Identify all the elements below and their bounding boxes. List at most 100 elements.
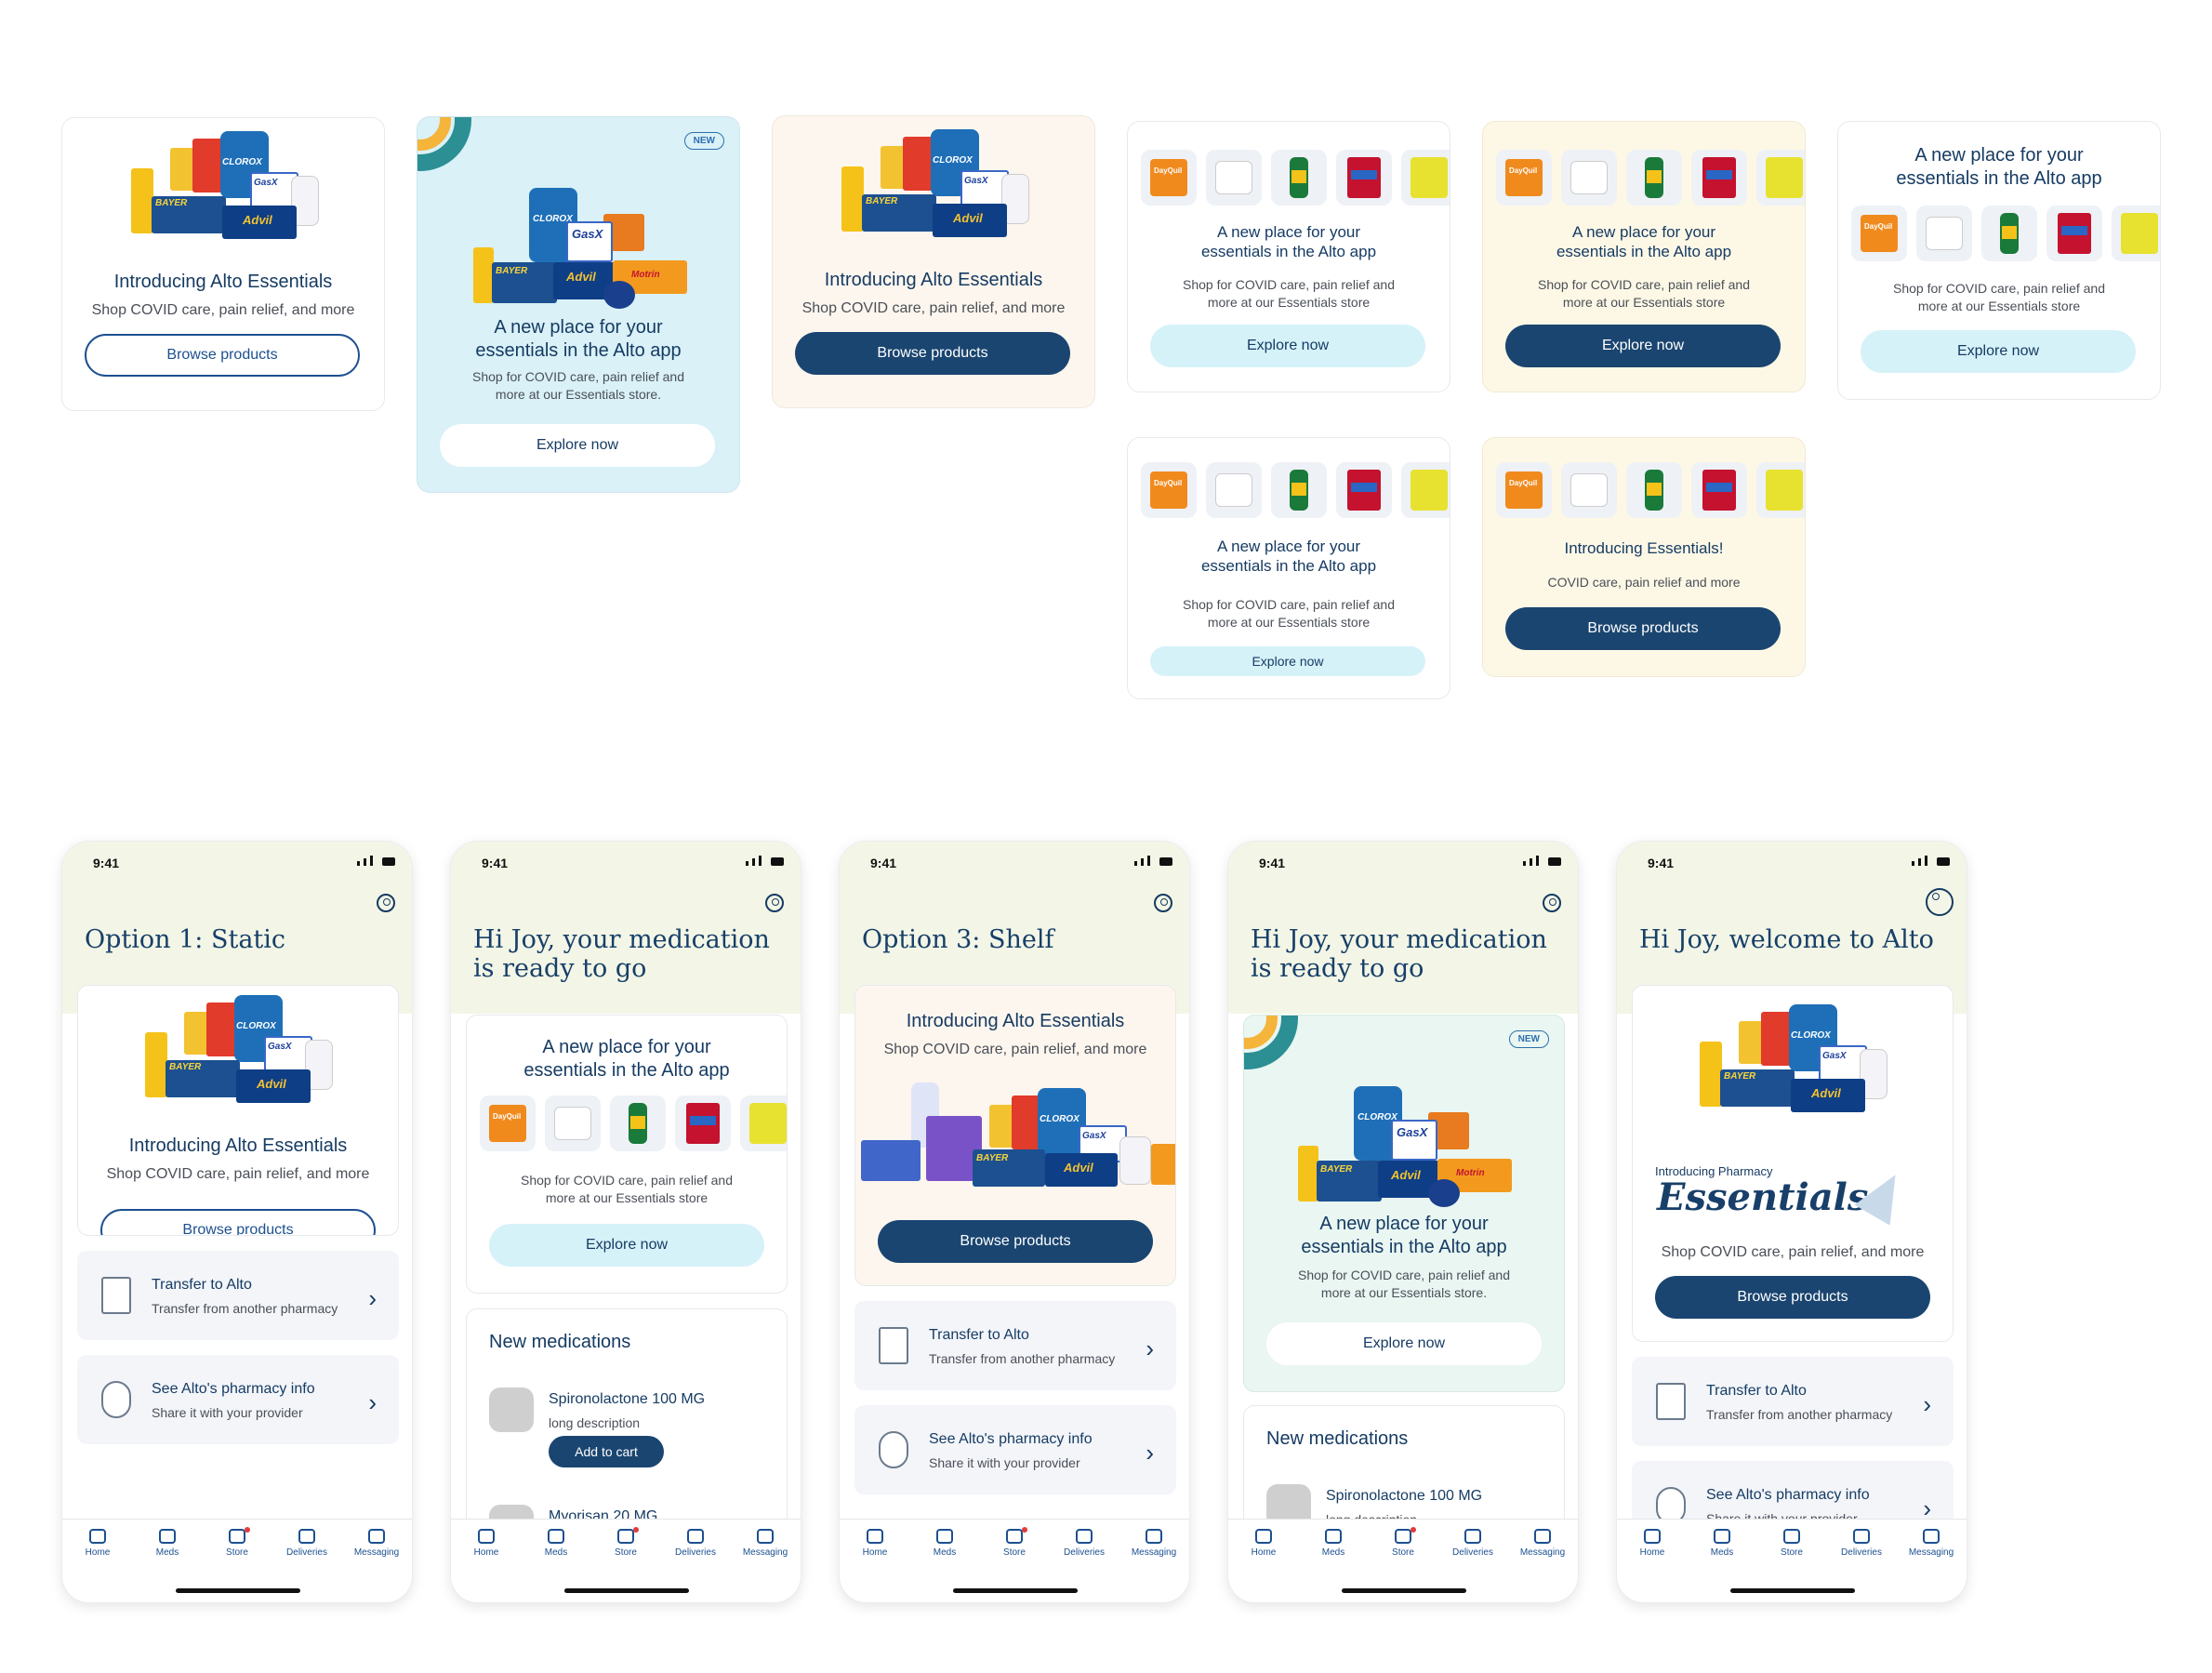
nav-meds[interactable]: Meds	[1694, 1529, 1750, 1558]
nav-store[interactable]: Store	[987, 1529, 1042, 1558]
explore-now-button[interactable]: Explore now	[1150, 325, 1425, 367]
nav-meds[interactable]: Meds	[917, 1529, 973, 1558]
profile-icon[interactable]	[1926, 888, 1954, 916]
nav-messaging[interactable]: Messaging	[349, 1529, 404, 1558]
browse-products-button[interactable]: Browse products	[1655, 1276, 1930, 1319]
explore-now-button[interactable]: Explore now	[1266, 1322, 1542, 1365]
home-icon	[1255, 1529, 1272, 1544]
pharmacy-info-row[interactable]: See Alto's pharmacy info Share it with y…	[854, 1405, 1176, 1494]
med-name: Spironolactone 100 MG	[1326, 1488, 1483, 1504]
card-title: A new place for your essentials in the A…	[1556, 223, 1732, 261]
card-subtitle: Shop COVID care, pain relief, and more	[883, 1042, 1147, 1057]
bayer-label: BAYER	[169, 1062, 202, 1072]
gasx-label: GasX	[1822, 1051, 1847, 1061]
browse-products-button[interactable]: Browse products	[878, 1220, 1153, 1263]
add-to-cart-button[interactable]: Add to cart	[549, 1436, 664, 1467]
vitamin-tile	[1981, 206, 2037, 261]
transfer-row[interactable]: Transfer to Alto Transfer from another p…	[77, 1251, 399, 1340]
store-icon	[617, 1529, 634, 1544]
store-icon	[1395, 1529, 1411, 1544]
gummy-tile	[1401, 150, 1450, 206]
browse-products-button[interactable]: Browse products	[1505, 607, 1781, 650]
nav-messaging[interactable]: Messaging	[1903, 1529, 1959, 1558]
message-icon	[1146, 1529, 1162, 1544]
card-subtitle: Shop for COVID care, pain relief and mor…	[1892, 281, 2105, 313]
nav-messaging[interactable]: Messaging	[737, 1529, 793, 1558]
browse-products-button[interactable]: Browse products	[85, 334, 360, 377]
page-title: Hi Joy, your medication is ready to go	[1251, 925, 1547, 984]
advil-label: Advil	[953, 211, 983, 225]
profile-icon[interactable]	[1543, 894, 1561, 912]
explore-now-button[interactable]: Explore now	[440, 424, 715, 467]
profile-icon[interactable]	[765, 894, 784, 912]
explore-now-button[interactable]: Explore now	[1861, 330, 2136, 373]
nav-meds[interactable]: Meds	[139, 1529, 195, 1558]
mask-tile	[545, 1095, 601, 1151]
truck-icon	[1464, 1529, 1481, 1544]
nav-home[interactable]: Home	[847, 1529, 903, 1558]
mask-tile	[1561, 150, 1617, 206]
clorox-label: CLOROX	[236, 1021, 276, 1031]
tylenol-tile	[1336, 150, 1392, 206]
product-strip: DayQuil	[480, 1095, 787, 1151]
nav-home[interactable]: Home	[1624, 1529, 1680, 1558]
profile-icon[interactable]	[1154, 894, 1172, 912]
notification-dot	[245, 1527, 250, 1533]
advil-label: Advil	[1811, 1086, 1841, 1100]
nav-home[interactable]: Home	[458, 1529, 514, 1558]
nav-home[interactable]: Home	[70, 1529, 126, 1558]
nav-store[interactable]: Store	[1764, 1529, 1820, 1558]
nav-store[interactable]: Store	[598, 1529, 654, 1558]
nav-store[interactable]: Store	[209, 1529, 265, 1558]
card-8: DayQuil Introducing Essentials! COVID ca…	[1482, 437, 1806, 677]
gasx-label: GasX	[1397, 1125, 1428, 1139]
nav-deliveries[interactable]: Deliveries	[279, 1529, 335, 1558]
phone-option-1: 9:41 Option 1: Static CLOROX GasX BAYER …	[61, 841, 413, 1603]
card-subtitle: Shop for COVID care, pain relief and mor…	[1182, 277, 1395, 310]
nav-meds[interactable]: Meds	[528, 1529, 584, 1558]
truck-icon	[298, 1529, 315, 1544]
essentials-card: NEW CLOROX GasX BAYER Advil Motrin A new…	[1243, 1015, 1565, 1392]
card-subtitle: Shop COVID care, pain relief, and more	[106, 1166, 370, 1182]
home-indicator	[1342, 1588, 1466, 1593]
nav-store[interactable]: Store	[1375, 1529, 1431, 1558]
explore-now-button[interactable]: Explore now	[489, 1224, 764, 1267]
card-title: A new place for your essentials in the A…	[1200, 538, 1377, 576]
page-title: Option 1: Static	[85, 925, 286, 954]
browse-products-button[interactable]: Browse products	[100, 1209, 376, 1235]
nav-messaging[interactable]: Messaging	[1515, 1529, 1570, 1558]
dayquil-tile: DayQuil	[1141, 462, 1197, 518]
transfer-row[interactable]: Transfer to Alto Transfer from another p…	[1632, 1357, 1954, 1446]
product-strip: DayQuil	[1141, 462, 1450, 518]
nav-meds[interactable]: Meds	[1305, 1529, 1361, 1558]
info-title: See Alto's pharmacy info	[929, 1431, 1093, 1447]
vitamin-tile	[1626, 150, 1682, 206]
transfer-row[interactable]: Transfer to Alto Transfer from another p…	[854, 1301, 1176, 1390]
card-title: A new place for your essentials in the A…	[523, 1037, 730, 1081]
nav-messaging[interactable]: Messaging	[1126, 1529, 1182, 1558]
meds-icon	[1714, 1529, 1730, 1544]
nav-deliveries[interactable]: Deliveries	[1445, 1529, 1501, 1558]
home-indicator	[953, 1588, 1078, 1593]
bayer-label: BAYER	[496, 266, 528, 276]
nav-deliveries[interactable]: Deliveries	[1834, 1529, 1889, 1558]
browse-products-button[interactable]: Browse products	[795, 332, 1070, 375]
transfer-subtitle: Transfer from another pharmacy	[152, 1301, 338, 1316]
bayer-label: BAYER	[976, 1153, 1009, 1163]
explore-now-button[interactable]: Explore now	[1150, 646, 1425, 676]
info-title: See Alto's pharmacy info	[1706, 1487, 1870, 1503]
nav-deliveries[interactable]: Deliveries	[1056, 1529, 1112, 1558]
nav-deliveries[interactable]: Deliveries	[668, 1529, 723, 1558]
card-1: CLOROX GasX BAYER Advil Introducing Alto…	[61, 117, 385, 411]
motrin-label: Motrin	[1456, 1168, 1485, 1178]
profile-icon[interactable]	[377, 894, 395, 912]
pharmacy-info-row[interactable]: See Alto's pharmacy info Share it with y…	[77, 1355, 399, 1444]
card-subtitle: Shop for COVID care, pain relief and mor…	[1182, 597, 1395, 630]
bottom-nav: Home Meds Store Deliveries Messaging	[62, 1519, 412, 1602]
dayquil-tile: DayQuil	[1496, 462, 1552, 518]
bottom-nav: Home Meds Store Deliveries Messaging	[451, 1519, 801, 1602]
product-strip: DayQuil	[1496, 462, 1805, 518]
explore-now-button[interactable]: Explore now	[1505, 325, 1781, 367]
nav-home[interactable]: Home	[1236, 1529, 1291, 1558]
transfer-subtitle: Transfer from another pharmacy	[1706, 1407, 1893, 1422]
